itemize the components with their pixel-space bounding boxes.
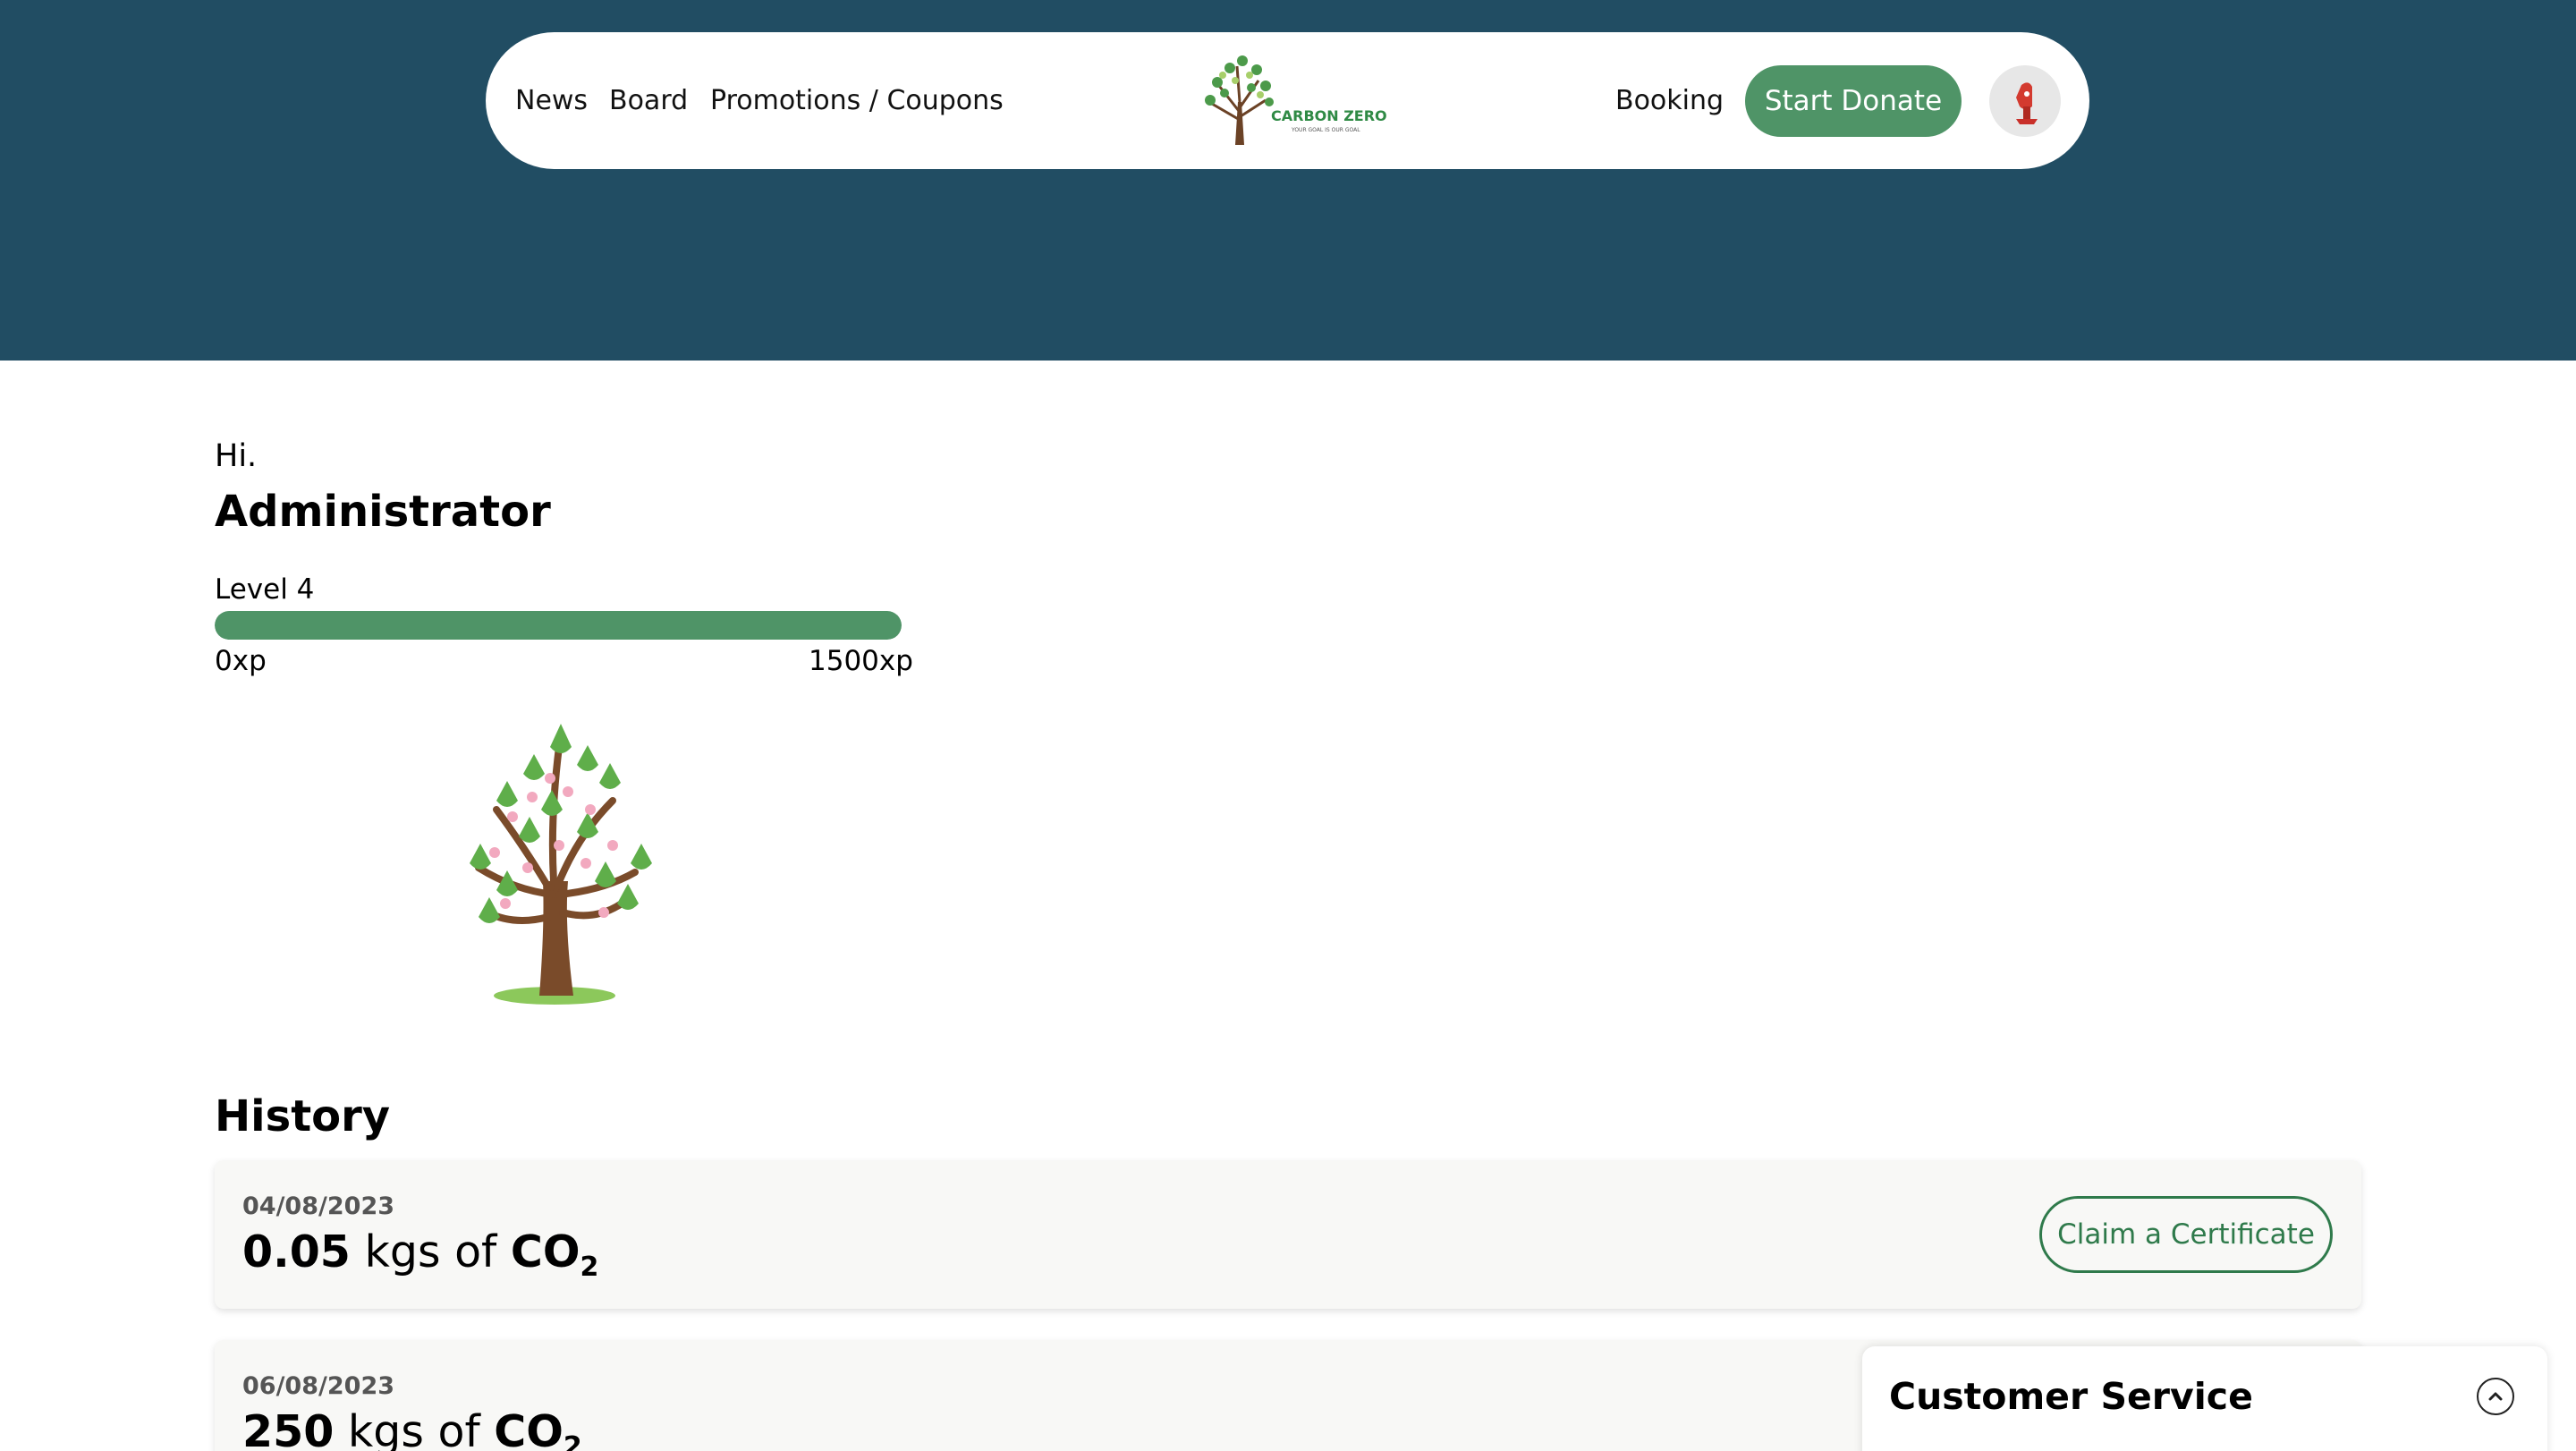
navbar: News Board Promotions / Coupons CARBON Z… xyxy=(486,32,2089,169)
xp-progress-fill xyxy=(215,611,902,640)
logo-text: CARBON ZERO xyxy=(1271,107,1387,124)
user-avatar-icon[interactable] xyxy=(1989,65,2061,137)
level-label: Level 4 xyxy=(215,573,315,606)
history-date: 04/08/2023 xyxy=(242,1192,395,1220)
carbon-zero-logo[interactable]: CARBON ZERO YOUR GOAL IS OUR GOAL xyxy=(1199,48,1396,154)
co2-amount: 0.05 xyxy=(242,1226,351,1277)
history-heading: History xyxy=(215,1091,391,1141)
nav-link-promotions[interactable]: Promotions / Coupons xyxy=(710,32,1004,169)
co2-subscript: 2 xyxy=(580,1252,599,1283)
xp-min-label: 0xp xyxy=(215,645,267,677)
xp-max-label: 1500xp xyxy=(809,645,913,677)
user-name: Administrator xyxy=(215,487,551,537)
nav-link-board[interactable]: Board xyxy=(609,32,688,169)
co2-amount: 250 xyxy=(242,1406,335,1451)
co2-unit: kgs of xyxy=(347,1406,480,1451)
nav-link-booking[interactable]: Booking xyxy=(1615,32,1724,169)
customer-service-panel[interactable]: Customer Service xyxy=(1862,1346,2547,1451)
start-donate-button[interactable]: Start Donate xyxy=(1745,65,1962,137)
growth-tree-image xyxy=(443,711,675,1006)
co2-unit: kgs of xyxy=(364,1226,497,1277)
xp-progress-bar xyxy=(215,611,902,640)
history-amount: 0.05 kgs of CO2 xyxy=(242,1226,598,1283)
co2-label: CO xyxy=(494,1406,564,1451)
greeting-text: Hi. xyxy=(215,438,258,474)
co2-subscript: 2 xyxy=(563,1431,582,1451)
chevron-up-icon[interactable] xyxy=(2477,1378,2514,1415)
customer-service-title: Customer Service xyxy=(1889,1375,2253,1418)
co2-label: CO xyxy=(510,1226,580,1277)
logo-tagline: YOUR GOAL IS OUR GOAL xyxy=(1292,127,1360,133)
logo-tree-icon xyxy=(1205,55,1274,145)
history-entry: 04/08/2023 0.05 kgs of CO2 Claim a Certi… xyxy=(215,1160,2361,1309)
nav-link-news[interactable]: News xyxy=(515,32,588,169)
history-date: 06/08/2023 xyxy=(242,1372,395,1400)
history-amount: 250 kgs of CO2 xyxy=(242,1406,582,1451)
claim-certificate-button[interactable]: Claim a Certificate xyxy=(2039,1196,2333,1273)
